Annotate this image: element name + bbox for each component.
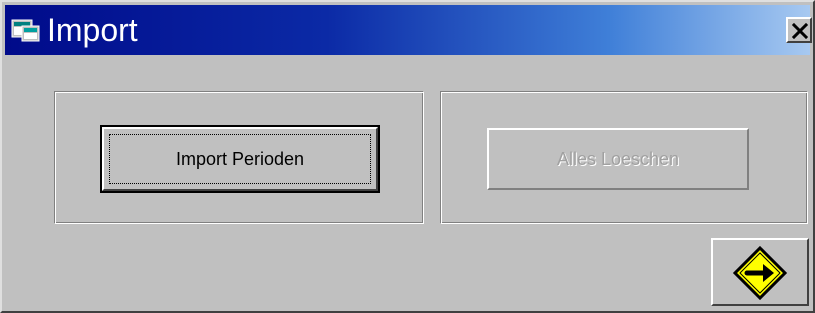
delete-all-label: Alles Loeschen [556,149,680,169]
window-title: Import [47,12,138,48]
title-bar[interactable]: Import [5,5,812,55]
close-button[interactable] [786,17,812,43]
import-periods-button[interactable]: Import Perioden [100,125,380,193]
close-icon [792,23,808,39]
next-button[interactable] [711,238,809,306]
app-window-icon[interactable] [11,17,41,43]
delete-all-button[interactable]: Alles Loeschen [487,128,749,190]
arrow-right-sign-icon [732,246,788,300]
import-periods-label: Import Perioden [175,149,305,169]
import-dialog: Import Import Perioden Alles Loeschen [0,0,815,313]
